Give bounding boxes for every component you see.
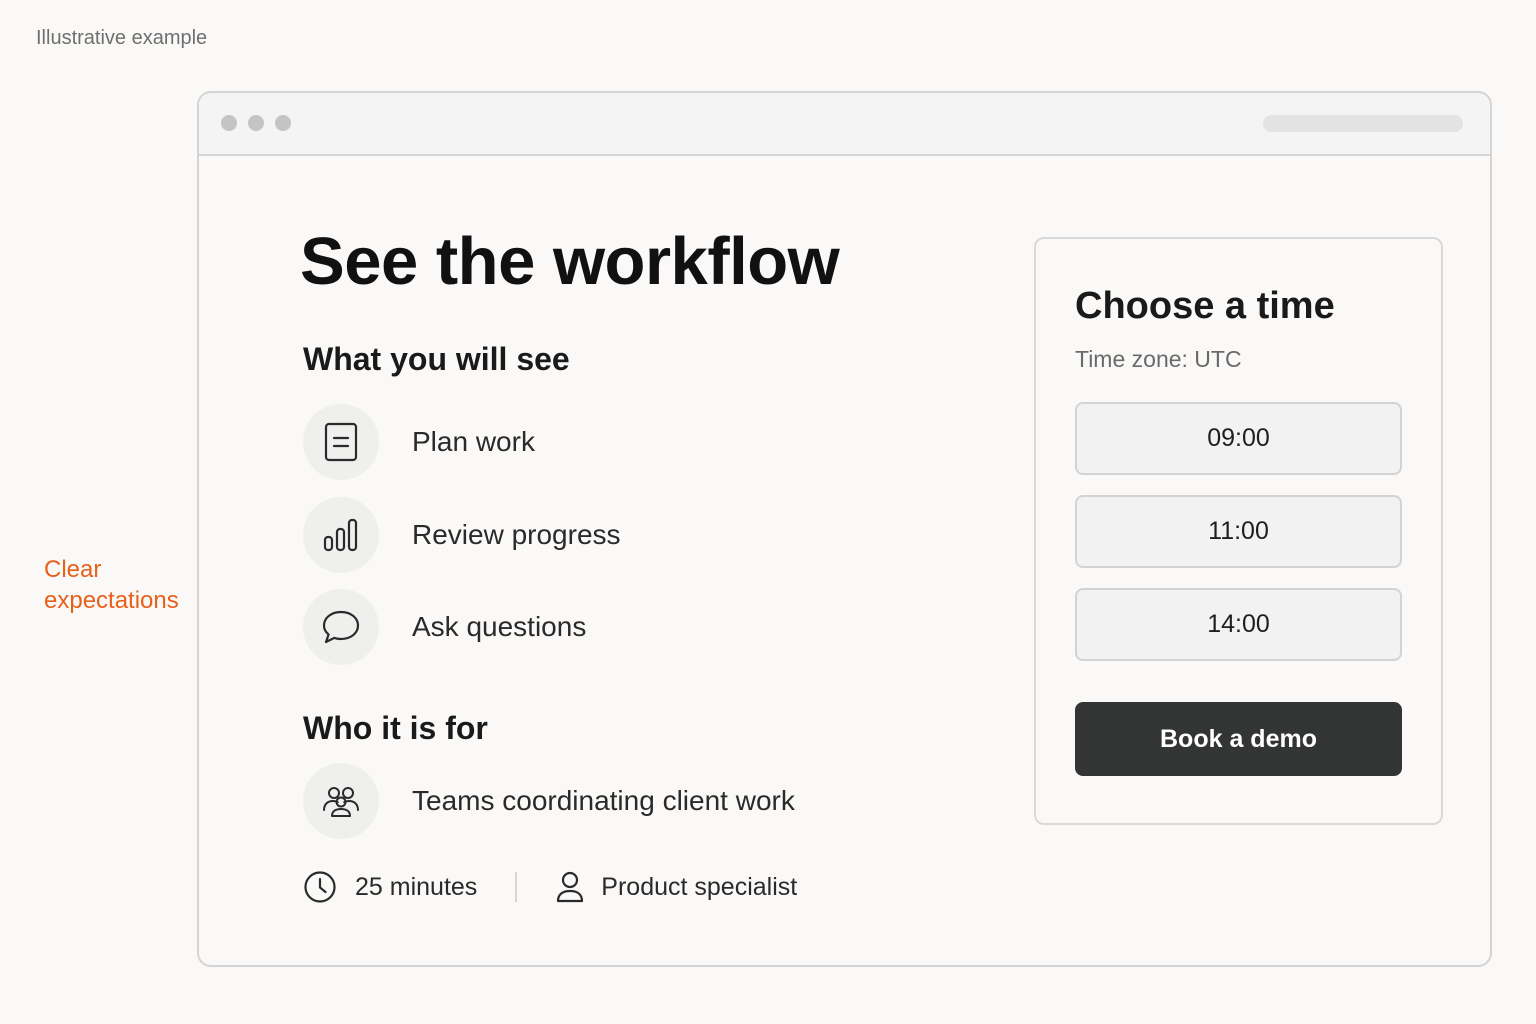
bar-chart-icon <box>323 518 358 552</box>
feature-label: Review progress <box>412 519 621 550</box>
audience-item: Teams coordinating client work <box>303 763 795 839</box>
duration-label: 25 minutes <box>355 872 478 901</box>
window-control-maximize[interactable] <box>275 115 291 131</box>
timezone-label: Time zone: UTC <box>1075 346 1242 372</box>
window-control-minimize[interactable] <box>248 115 264 131</box>
who-it-is-for-heading: Who it is for <box>303 710 488 746</box>
address-bar[interactable] <box>1263 115 1463 132</box>
booking-card-title: Choose a time <box>1075 285 1335 327</box>
feature-item-plan-work: Plan work <box>303 404 535 480</box>
booking-card: Choose a time Time zone: UTC 09:00 11:00… <box>1034 237 1443 825</box>
illustrative-caption: Illustrative example <box>36 27 208 49</box>
clock-icon <box>304 871 336 903</box>
feature-item-ask-questions: Ask questions <box>303 589 586 665</box>
window-control-close[interactable] <box>221 115 237 131</box>
browser-window: See the workflow What you will see Plan … <box>197 91 1492 967</box>
browser-titlebar <box>199 93 1490 156</box>
host-label: Product specialist <box>601 872 798 901</box>
meta-divider <box>515 872 518 902</box>
audience-icon-circle <box>303 763 379 839</box>
feature-icon-circle <box>303 404 379 480</box>
book-demo-button[interactable]: Book a demo <box>1075 702 1402 776</box>
duration-meta: 25 minutes <box>303 870 477 904</box>
time-slot-button[interactable]: 09:00 <box>1075 402 1402 475</box>
meta-row: 25 minutes Product specialist <box>303 869 797 905</box>
chat-bubble-icon <box>322 610 360 644</box>
time-slot-button[interactable]: 14:00 <box>1075 588 1402 661</box>
time-slot-button[interactable]: 11:00 <box>1075 495 1402 568</box>
person-icon <box>557 871 584 903</box>
group-icon <box>323 787 359 817</box>
feature-item-review-progress: Review progress <box>303 497 621 573</box>
what-you-will-see-heading: What you will see <box>303 341 570 377</box>
feature-label: Plan work <box>412 426 535 457</box>
feature-icon-circle <box>303 497 379 573</box>
host-meta: Product specialist <box>555 870 797 904</box>
document-icon <box>324 422 358 462</box>
annotation-label: Clear expectations <box>44 556 179 614</box>
feature-label: Ask questions <box>412 611 587 642</box>
page-title: See the workflow <box>300 224 840 299</box>
feature-icon-circle <box>303 589 379 665</box>
audience-label: Teams coordinating client work <box>412 785 795 816</box>
